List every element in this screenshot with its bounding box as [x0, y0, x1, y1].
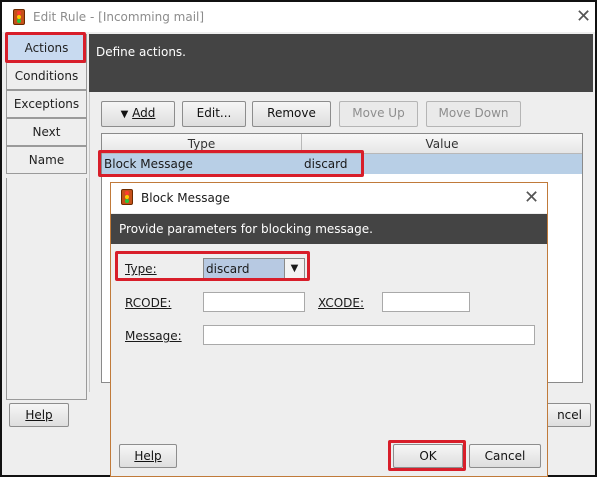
edit-button[interactable]: Edit...	[182, 101, 246, 127]
help-button[interactable]: Help	[9, 403, 69, 427]
block-message-dialog: Block Message ✕ Provide parameters for b…	[110, 182, 548, 477]
window-title: Edit Rule - [Incomming mail]	[33, 10, 205, 24]
tab-name[interactable]: Name	[6, 146, 87, 174]
xcode-input[interactable]	[382, 292, 470, 312]
tab-next[interactable]: Next	[6, 118, 87, 146]
actions-header-text: Define actions.	[96, 45, 186, 59]
dialog-header: Provide parameters for blocking message.	[111, 214, 547, 244]
rcode-input[interactable]	[203, 292, 305, 312]
dialog-title-bar: Block Message ✕	[111, 183, 547, 213]
cancel-button[interactable]: Cancel	[469, 444, 541, 468]
title-bar: Edit Rule - [Incomming mail] ✕	[2, 2, 595, 32]
highlight-ok-button	[388, 440, 466, 471]
close-icon[interactable]: ✕	[524, 189, 539, 207]
tab-panel-filler	[6, 178, 87, 400]
highlight-table-row	[98, 150, 364, 177]
dropdown-arrow-icon: ▼	[120, 109, 129, 120]
highlight-type-row	[115, 251, 310, 281]
remove-button[interactable]: Remove	[252, 101, 331, 127]
rcode-label: RCODE:	[125, 296, 172, 310]
tab-conditions[interactable]: Conditions	[6, 62, 87, 90]
add-button[interactable]: ▼ Add	[101, 101, 175, 127]
close-icon[interactable]: ✕	[576, 8, 591, 26]
highlight-actions-tab	[5, 32, 86, 63]
dialog-header-text: Provide parameters for blocking message.	[119, 222, 373, 236]
actions-header: Define actions.	[89, 34, 593, 92]
message-input[interactable]	[203, 325, 535, 345]
dialog-title: Block Message	[141, 191, 230, 205]
move-up-button[interactable]: Move Up	[339, 101, 418, 127]
help-button[interactable]: Help	[119, 444, 177, 468]
traffic-light-icon	[13, 9, 25, 25]
xcode-label: XCODE:	[318, 296, 365, 310]
tab-exceptions[interactable]: Exceptions	[6, 90, 87, 118]
message-label: Message:	[125, 329, 182, 343]
move-down-button[interactable]: Move Down	[426, 101, 521, 127]
traffic-light-icon	[121, 189, 133, 205]
